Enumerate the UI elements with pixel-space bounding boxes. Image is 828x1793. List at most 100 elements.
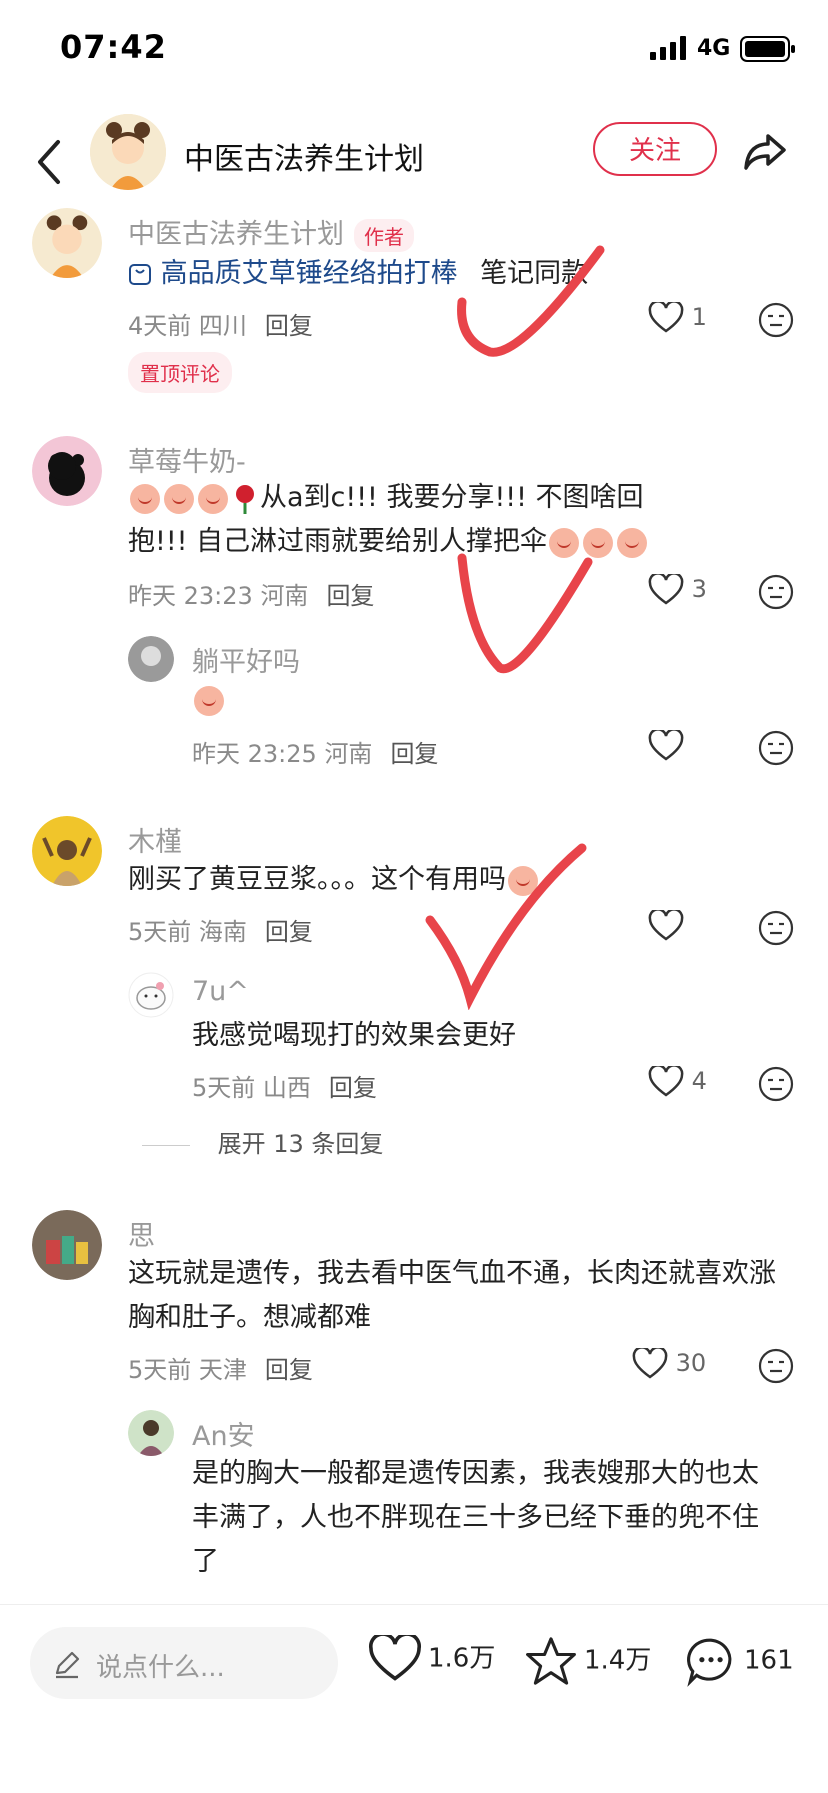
comment-username[interactable]: 中医古法养生计划 作者	[128, 212, 414, 252]
comment-avatar[interactable]	[32, 1210, 102, 1280]
comment-total: 161	[744, 1645, 794, 1676]
red-checkmark-annotation	[457, 245, 605, 357]
expand-replies-button[interactable]: 展开 13 条回复	[142, 1124, 384, 1159]
reply-location: 河南	[324, 740, 373, 768]
heart-icon	[648, 300, 684, 333]
red-checkmark-annotation	[425, 843, 587, 1010]
comment-text: 这玩就是遗传，我去看中医气血不通，长肉还就喜欢涨 胸和肚子。想减都难	[128, 1252, 808, 1340]
product-link[interactable]: 高品质艾草锤经络拍打棒	[128, 258, 466, 289]
like-button[interactable]: 1	[648, 300, 707, 334]
reply-avatar[interactable]	[128, 972, 174, 1018]
comment-text: 从a到c!!! 我要分享!!! 不图啥回 抱!!! 自己淋过雨就要给别人撑把伞	[128, 476, 728, 564]
username-text[interactable]: 中医古法养生计划	[128, 219, 344, 250]
star-icon	[526, 1637, 576, 1685]
comment-input[interactable]: 说点什么...	[30, 1627, 338, 1699]
product-link-text[interactable]: 高品质艾草锤经络拍打棒	[161, 258, 458, 289]
dislike-face-icon[interactable]	[758, 1348, 794, 1384]
comment-avatar[interactable]	[32, 208, 102, 278]
reply-username[interactable]: 躺平好吗	[192, 640, 300, 679]
expand-replies-label[interactable]: 展开 13 条回复	[218, 1130, 384, 1158]
reply-text	[192, 678, 226, 722]
author-badge: 作者	[354, 219, 414, 252]
red-checkmark-annotation	[457, 553, 593, 674]
comment-text-line: 这玩就是遗传，我去看中医气血不通，长肉还就喜欢涨	[128, 1258, 776, 1289]
comment-count-button[interactable]: 161	[684, 1635, 794, 1687]
comment-time: 昨天 23:23	[128, 582, 253, 610]
comment-location: 河南	[260, 582, 309, 610]
comment-time: 5天前	[128, 918, 192, 946]
reply-button[interactable]: 回复	[326, 582, 374, 610]
like-button[interactable]	[648, 908, 684, 942]
reply-button[interactable]: 回复	[265, 918, 313, 946]
like-button[interactable]: 3	[648, 572, 707, 606]
heart-icon	[369, 1632, 421, 1681]
reply-button[interactable]: 回复	[329, 1074, 377, 1102]
like-total-button[interactable]: 1.6万	[368, 1632, 496, 1683]
follow-button[interactable]: 关注	[593, 122, 717, 176]
dislike-face-icon[interactable]	[758, 730, 794, 766]
comment-username[interactable]: 木槿	[128, 820, 182, 859]
share-icon[interactable]	[740, 126, 790, 176]
like-count: 3	[691, 575, 707, 603]
author-name[interactable]: 中医古法养生计划	[184, 134, 424, 178]
like-total: 1.6万	[428, 1643, 496, 1674]
rose-icon	[236, 484, 254, 514]
status-bar: 07:42 4G	[0, 0, 828, 100]
reply-text-line: 丰满了，人也不胖现在三十多已经下垂的兜不住	[192, 1502, 759, 1533]
reply-avatar[interactable]	[128, 636, 174, 682]
heart-icon	[648, 908, 684, 941]
shopping-bag-icon	[129, 264, 151, 285]
like-count: 1	[691, 303, 707, 331]
like-button[interactable]	[648, 728, 684, 762]
author-avatar[interactable]	[90, 114, 166, 190]
grinning-emoji-icon	[198, 483, 228, 514]
reply-time: 5天前	[192, 1074, 256, 1102]
reply-button[interactable]: 回复	[390, 740, 438, 768]
emoji-icon	[617, 527, 648, 558]
comment-avatar[interactable]	[32, 436, 102, 506]
comment-location: 天津	[198, 1356, 247, 1384]
comment-avatar[interactable]	[32, 816, 102, 886]
like-button[interactable]: 4	[648, 1064, 707, 1098]
dislike-face-icon[interactable]	[758, 910, 794, 946]
comment-time: 5天前	[128, 1356, 192, 1384]
reply-text: 是的胸大一般都是遗传因素，我表嫂那大的也太 丰满了，人也不胖现在三十多已经下垂的…	[192, 1452, 792, 1584]
favorite-button[interactable]: 1.4万	[524, 1635, 651, 1687]
like-button[interactable]: 30	[632, 1346, 707, 1380]
comment-username[interactable]: 草莓牛奶-	[128, 440, 246, 479]
pencil-icon	[55, 1651, 80, 1679]
comment-location: 四川	[198, 312, 247, 340]
emoji-icon	[194, 685, 224, 716]
like-count: 4	[691, 1067, 707, 1095]
battery-icon	[740, 36, 795, 62]
reply-meta: 5天前 山西 回复	[192, 1068, 377, 1103]
crying-emoji-icon	[130, 483, 160, 514]
reply-username[interactable]: An安	[192, 1414, 255, 1453]
favorite-total: 1.4万	[584, 1645, 652, 1676]
comment-text-line: 从a到c!!! 我要分享!!! 不图啥回	[260, 482, 644, 513]
comment-meta: 昨天 23:23 河南 回复	[128, 576, 374, 611]
heart-icon	[632, 1346, 668, 1379]
like-count: 30	[675, 1349, 707, 1377]
comment-meta: 5天前 天津 回复	[128, 1350, 313, 1385]
reply-avatar[interactable]	[128, 1410, 174, 1456]
comment-location: 海南	[198, 918, 247, 946]
dislike-face-icon[interactable]	[758, 574, 794, 610]
reply-meta: 昨天 23:25 河南 回复	[192, 734, 438, 769]
dislike-face-icon[interactable]	[758, 302, 794, 338]
reply-text: 我感觉喝现打的效果会更好	[192, 1020, 516, 1051]
note-header: 中医古法养生计划 关注	[0, 110, 828, 210]
heart-icon	[648, 1064, 684, 1097]
heart-icon	[648, 572, 684, 605]
back-arrow-icon[interactable]	[30, 132, 70, 192]
comment-username[interactable]: 思	[128, 1214, 155, 1253]
status-time: 07:42	[60, 28, 167, 66]
comment-input-placeholder[interactable]: 说点什么...	[96, 1647, 225, 1684]
reply-button[interactable]: 回复	[265, 1356, 313, 1384]
signal-icon	[650, 36, 686, 60]
comment-meta: 4天前 四川 回复	[128, 306, 313, 341]
reply-username[interactable]: 7u^	[192, 976, 249, 1007]
bottom-action-bar: 说点什么... 1.6万 1.4万 161	[0, 1604, 828, 1793]
dislike-face-icon[interactable]	[758, 1066, 794, 1102]
reply-button[interactable]: 回复	[265, 312, 313, 340]
